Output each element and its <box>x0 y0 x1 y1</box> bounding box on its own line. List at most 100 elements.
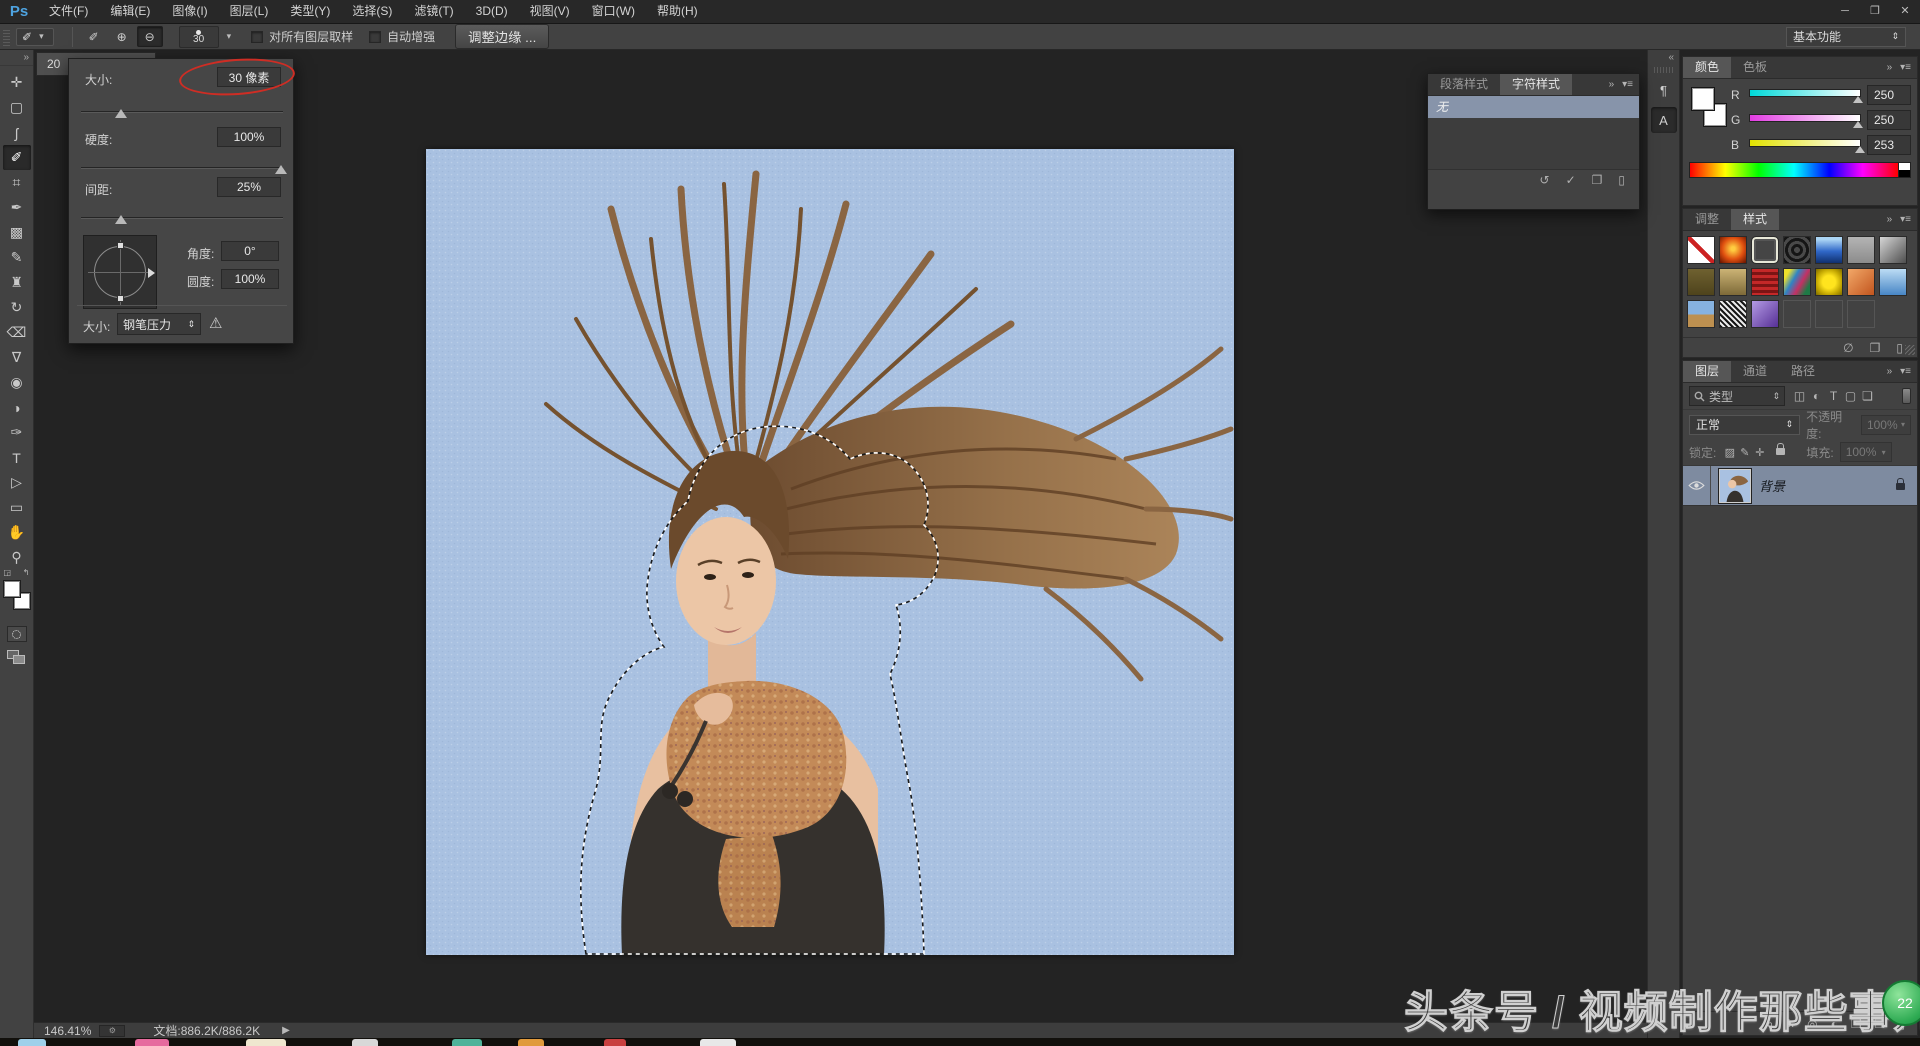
channel-slider-R[interactable] <box>1749 89 1861 97</box>
subtract-from-selection-button[interactable]: ⊖ <box>137 26 163 47</box>
style-noise[interactable] <box>1719 300 1747 328</box>
styles-tab-样式[interactable]: 样式 <box>1731 209 1779 230</box>
style-gold[interactable] <box>1719 268 1747 296</box>
layers-tab-图层[interactable]: 图层 <box>1683 361 1731 382</box>
resize-grip[interactable] <box>1905 345 1915 355</box>
lock-paint-icon[interactable]: ✎ <box>1737 446 1752 459</box>
gradient-tool[interactable]: ∇ <box>3 345 31 370</box>
new-style-icon[interactable]: ❐ <box>1870 341 1881 355</box>
channel-value-R[interactable]: 250 <box>1867 85 1911 105</box>
style-blue-square[interactable] <box>1879 268 1907 296</box>
hardness-slider-thumb[interactable] <box>275 165 287 174</box>
restore-button[interactable]: ❐ <box>1860 0 1890 23</box>
layer-visibility-toggle[interactable] <box>1683 466 1711 505</box>
style-none[interactable] <box>1687 236 1715 264</box>
layer-filter-select[interactable]: 类型 ⇕ <box>1689 386 1785 406</box>
menu-item-选择(S)[interactable]: 选择(S) <box>341 0 403 23</box>
smart-object-filter-icon[interactable]: ❏ <box>1859 389 1876 403</box>
menu-item-文件(F)[interactable]: 文件(F) <box>38 0 99 23</box>
fill-value-box[interactable]: 100% ▾ <box>1840 442 1892 462</box>
style-yellow-box[interactable] <box>1815 268 1843 296</box>
panel-menu-icon[interactable]: ▾≡ <box>1622 79 1633 90</box>
screen-mode-button[interactable] <box>7 650 27 666</box>
spacing-slider-thumb[interactable] <box>115 215 127 224</box>
history-brush-tool[interactable]: ↻ <box>3 295 31 320</box>
size-slider-thumb[interactable] <box>115 109 127 118</box>
status-menu-arrow-icon[interactable]: ▶ <box>282 1025 290 1036</box>
opacity-value-box[interactable]: 100% ▾ <box>1861 415 1911 435</box>
spacing-slider[interactable] <box>81 217 283 219</box>
brush-size-dropdown[interactable]: 30 <box>179 26 219 48</box>
menu-item-编辑(E)[interactable]: 编辑(E) <box>99 0 161 23</box>
swap-colors-icon[interactable]: ◲↰ <box>4 568 30 578</box>
blur-tool[interactable]: ◉ <box>3 370 31 395</box>
channel-slider-B[interactable] <box>1749 139 1861 147</box>
style-gray-gradient[interactable] <box>1879 236 1907 264</box>
channel-value-B[interactable]: 253 <box>1867 135 1911 155</box>
brush-tool[interactable]: ✎ <box>3 245 31 270</box>
color-tab-色板[interactable]: 色板 <box>1731 57 1779 78</box>
add-to-selection-button[interactable]: ⊕ <box>109 26 135 47</box>
pen-tool[interactable]: ✑ <box>3 420 31 445</box>
size-value-box[interactable]: 30 像素 <box>217 67 281 87</box>
sample-all-layers-option[interactable]: 对所有图层取样 <box>251 28 353 45</box>
color-tab-颜色[interactable]: 颜色 <box>1683 57 1731 78</box>
type-tool[interactable]: T <box>3 445 31 470</box>
quick-selection-tool[interactable]: ✐ <box>3 145 31 170</box>
hand-tool[interactable]: ✋ <box>3 520 31 545</box>
pixel-filter-icon[interactable]: ◫ <box>1791 389 1808 403</box>
menu-item-图像(I)[interactable]: 图像(I) <box>161 0 218 23</box>
adjustment-filter-icon[interactable]: ◐ <box>1808 389 1825 403</box>
panel-collapse-icon[interactable]: » <box>1887 366 1893 377</box>
apply-style-icon[interactable]: ✓ <box>1566 173 1576 187</box>
roundness-value-box[interactable]: 100% <box>221 269 279 289</box>
panel-menu-icon[interactable]: ▾≡ <box>1900 214 1911 225</box>
channel-slider-thumb-G[interactable] <box>1853 121 1863 128</box>
character-styles-panel-icon[interactable]: A <box>1651 107 1677 133</box>
style-empty-slot[interactable] <box>1783 300 1811 328</box>
style-red-glow[interactable] <box>1719 236 1747 264</box>
expand-panels-icon[interactable]: « <box>1648 50 1679 65</box>
foreground-color-swatch[interactable] <box>1691 87 1715 111</box>
channel-slider-G[interactable] <box>1749 114 1861 122</box>
delete-style-icon[interactable]: ▯ <box>1896 341 1903 355</box>
character-style-row[interactable]: 无 <box>1428 96 1639 118</box>
shape-filter-icon[interactable]: ▢ <box>1842 389 1859 403</box>
eyedropper-tool[interactable]: ✒ <box>3 195 31 220</box>
style-olive[interactable] <box>1687 268 1715 296</box>
healing-brush-tool[interactable]: ▩ <box>3 220 31 245</box>
panel-collapse-icon[interactable]: » <box>1887 214 1893 225</box>
menu-item-类型(Y)[interactable]: 类型(Y) <box>279 0 341 23</box>
refine-edge-button[interactable]: 调整边缘 ... <box>455 24 549 49</box>
status-options-icon[interactable]: ⚙ <box>99 1025 125 1037</box>
zoom-level[interactable]: 146.41% <box>44 1024 91 1038</box>
type-filter-icon[interactable]: T <box>1825 389 1842 403</box>
style-empty-slot[interactable] <box>1847 300 1875 328</box>
auto-enhance-option[interactable]: 自动增强 <box>369 28 435 45</box>
new-selection-button[interactable]: ✐ <box>81 26 107 47</box>
delete-style-icon[interactable]: ▯ <box>1618 173 1625 187</box>
clear-override-icon[interactable]: ↺ <box>1540 173 1550 187</box>
eraser-tool[interactable]: ⌫ <box>3 320 31 345</box>
chevron-down-icon[interactable]: ▾ <box>223 31 236 42</box>
crop-tool[interactable]: ⌗ <box>3 170 31 195</box>
size-slider[interactable] <box>81 111 283 113</box>
brush-angle-widget[interactable] <box>83 235 157 309</box>
tool-preset-picker[interactable]: ✐ ▾ <box>16 28 54 46</box>
channel-slider-thumb-B[interactable] <box>1855 146 1865 153</box>
collapse-tools-icon[interactable]: » <box>0 50 33 66</box>
spacing-value-box[interactable]: 25% <box>217 177 281 197</box>
char-tab-段落样式[interactable]: 段落样式 <box>1428 74 1500 95</box>
channel-slider-thumb-R[interactable] <box>1853 96 1863 103</box>
filter-toggle[interactable] <box>1902 388 1911 404</box>
layer-name[interactable]: 背景 <box>1759 476 1785 495</box>
char-tab-字符样式[interactable]: 字符样式 <box>1500 74 1572 95</box>
quick-mask-button[interactable] <box>7 626 27 642</box>
blend-mode-select[interactable]: 正常 ⇕ <box>1689 415 1800 435</box>
dock-grip[interactable] <box>1654 67 1673 73</box>
bw-ramp[interactable] <box>1899 162 1911 178</box>
panel-menu-icon[interactable]: ▾≡ <box>1900 366 1911 377</box>
panel-collapse-icon[interactable]: » <box>1609 79 1615 90</box>
workspace-switcher[interactable]: 基本功能 ⇕ <box>1786 27 1906 47</box>
panel-collapse-icon[interactable]: » <box>1887 62 1893 73</box>
